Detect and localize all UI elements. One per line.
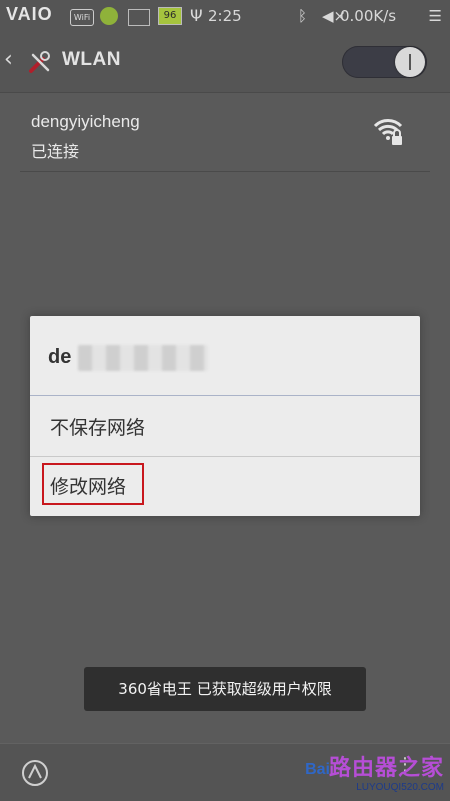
wifi-locked-icon (373, 119, 403, 145)
redacted-ssid (78, 345, 208, 371)
modify-network-label: 修改网络 (50, 476, 127, 498)
network-options-dialog: de 不保存网络 修改网络 (30, 316, 420, 516)
watermark: 路由器之家 LUYOUQI520.COM (329, 750, 444, 793)
page-title: WLAN (62, 49, 121, 70)
status-bar: VAIO WiFi 96 Ψ 2:25 ᛒ ◀× 0.00K/s ☰ (0, 0, 450, 32)
rotate-icon[interactable] (18, 756, 52, 790)
network-speed: 0.00K/s (340, 7, 397, 25)
menu-icon: ☰ (428, 7, 442, 25)
forget-network-label: 不保存网络 (50, 417, 146, 439)
toast-message: 360省电王 已获取超级用户权限 (84, 667, 366, 711)
usb-icon: Ψ (190, 6, 203, 25)
modify-network-option[interactable]: 修改网络 (30, 457, 420, 516)
watermark-main: 路由器之家 (328, 756, 444, 781)
network-item[interactable]: dengyiyicheng 已连接 (0, 96, 450, 172)
divider (20, 171, 430, 172)
toggle-thumb[interactable] (395, 47, 425, 77)
watermark-sub: LUYOUQI520.COM (356, 782, 444, 793)
bluetooth-icon: ᛒ (298, 7, 308, 25)
network-status: 已连接 (31, 142, 80, 161)
network-name: dengyiyicheng (31, 112, 140, 131)
image-icon (128, 9, 150, 26)
chevron-left-icon[interactable]: ‹ (4, 48, 13, 72)
wlan-toggle[interactable] (342, 46, 427, 78)
watermark-bai: Bai (305, 761, 330, 778)
vaio-logo: VAIO (6, 4, 53, 24)
status-time: 2:25 (208, 7, 242, 25)
battery-level: 96 (158, 7, 182, 25)
tools-icon (29, 51, 50, 73)
app-notification-icon (100, 7, 118, 25)
dialog-title: de (48, 346, 72, 368)
wifi-chip-icon: WiFi (70, 9, 94, 26)
header-bar: ‹ WLAN (0, 32, 450, 93)
bottom-bar: ⋮ Bai 路由器之家 LUYOUQI520.COM (0, 743, 450, 801)
forget-network-option[interactable]: 不保存网络 (30, 396, 420, 456)
